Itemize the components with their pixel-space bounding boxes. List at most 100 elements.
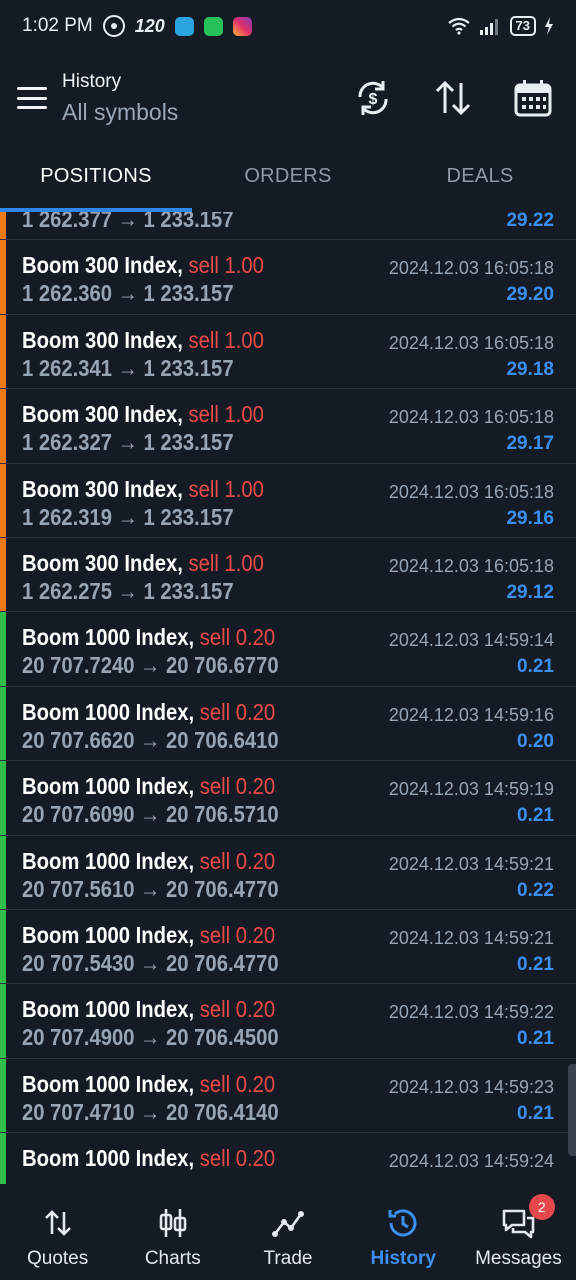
scrollbar-thumb[interactable] bbox=[568, 1064, 576, 1156]
position-row[interactable]: Boom 1000 Index, sell 0.20 2024.12.03 14:… bbox=[0, 1133, 576, 1184]
profit-value: 0.21 bbox=[517, 805, 554, 827]
price-range: 20 707.6090 → 20 706.5710 bbox=[22, 801, 279, 828]
price-range: 1 262.319 → 1 233.157 bbox=[22, 503, 234, 530]
symbol-name: Boom 1000 Index, bbox=[22, 996, 195, 1023]
symbol-color-strip bbox=[0, 1133, 6, 1184]
symbol-color-strip bbox=[0, 686, 6, 761]
symbol-color-strip bbox=[0, 612, 6, 686]
profit-value: 29.18 bbox=[506, 358, 554, 380]
tab-bar: POSITIONS ORDERS DEALS bbox=[0, 144, 576, 210]
price-range: 20 707.4710 → 20 706.4140 bbox=[22, 1098, 279, 1125]
symbol-name: Boom 300 Index, bbox=[22, 326, 183, 353]
position-row[interactable]: Boom 1000 Index, sell 0.20 20 707.5430 → … bbox=[0, 909, 576, 985]
close-time: 2024.12.03 14:59:19 bbox=[388, 779, 554, 800]
symbol-color-strip bbox=[0, 909, 6, 984]
app-header: History All symbols $ bbox=[0, 52, 576, 144]
nav-label: Quotes bbox=[26, 1248, 89, 1269]
trade-side-volume: sell 0.20 bbox=[199, 773, 276, 800]
price-range: 1 262.360 → 1 233.157 bbox=[22, 280, 234, 307]
symbol-name: Boom 1000 Index, bbox=[22, 1070, 195, 1097]
position-row[interactable]: Boom 1000 Index, sell 0.20 20 707.4710 → … bbox=[0, 1058, 576, 1134]
symbol-name: Boom 300 Index, bbox=[22, 401, 183, 428]
profit-value: 29.22 bbox=[506, 212, 554, 231]
trade-side-volume: sell 1.00 bbox=[188, 252, 264, 279]
symbol-color-strip bbox=[0, 240, 6, 314]
nav-messages[interactable]: Messages 2 bbox=[461, 1184, 576, 1280]
calendar-icon[interactable] bbox=[512, 77, 554, 119]
symbol-name: Boom 1000 Index, bbox=[22, 1145, 195, 1172]
price-range: 1 262.275 → 1 233.157 bbox=[22, 577, 234, 604]
trade-side-volume: sell 0.20 bbox=[199, 847, 276, 874]
nav-label: Trade bbox=[263, 1248, 313, 1269]
nav-trade[interactable]: Trade bbox=[230, 1184, 345, 1280]
position-row[interactable]: Boom 300 Index, sell 1.00 1 262.327 → 1 2… bbox=[0, 389, 576, 464]
price-range: 1 262.327 → 1 233.157 bbox=[22, 429, 234, 456]
unread-badge: 2 bbox=[528, 1194, 555, 1220]
position-title: Boom 1000 Index, sell 0.20 bbox=[22, 624, 275, 651]
menu-icon[interactable] bbox=[17, 87, 47, 109]
price-range: 20 707.5610 → 20 706.4770 bbox=[22, 875, 279, 902]
symbol-name: Boom 1000 Index, bbox=[22, 773, 195, 800]
symbol-name: Boom 1000 Index, bbox=[22, 921, 195, 948]
trade-side-volume: sell 1.00 bbox=[188, 401, 264, 428]
close-time: 2024.12.03 14:59:21 bbox=[388, 853, 554, 874]
symbol-color-strip bbox=[0, 984, 6, 1058]
fan-icon bbox=[102, 15, 125, 37]
title-block: History All symbols bbox=[62, 71, 178, 126]
position-title: Boom 300 Index, sell 1.00 bbox=[22, 476, 264, 503]
position-row[interactable]: Boom 1000 Index, sell 0.20 20 707.6090 → … bbox=[0, 761, 576, 836]
currency-sync-icon[interactable]: $ bbox=[352, 77, 394, 119]
close-time: 2024.12.03 16:05:18 bbox=[388, 407, 554, 428]
whatsapp-icon bbox=[203, 16, 223, 36]
close-time: 2024.12.03 14:59:14 bbox=[388, 630, 554, 651]
refresh-rate: 120 bbox=[134, 15, 165, 36]
tab-positions[interactable]: POSITIONS bbox=[0, 144, 192, 210]
nav-label: Messages bbox=[475, 1248, 562, 1269]
position-row[interactable]: Boom 300 Index, sell 1.00 1 262.319 → 1 2… bbox=[0, 463, 576, 538]
tab-deals[interactable]: DEALS bbox=[384, 144, 576, 210]
symbol-filter[interactable]: All symbols bbox=[62, 99, 178, 126]
symbol-color-strip bbox=[0, 389, 6, 463]
position-title: Boom 1000 Index, sell 0.20 bbox=[22, 1145, 275, 1172]
trade-side-volume: sell 0.20 bbox=[199, 996, 276, 1023]
profit-value: 0.20 bbox=[517, 730, 554, 752]
position-title: Boom 300 Index, sell 1.00 bbox=[22, 252, 264, 279]
trade-side-volume: sell 0.20 bbox=[199, 698, 276, 725]
position-title: Boom 1000 Index, sell 0.20 bbox=[22, 922, 275, 949]
signal-icon bbox=[479, 19, 498, 35]
position-row[interactable]: Boom 1000 Index, sell 0.20 20 707.7240 → … bbox=[0, 612, 576, 687]
position-title: Boom 300 Index, sell 1.00 bbox=[22, 550, 264, 577]
symbol-color-strip bbox=[0, 463, 6, 537]
sort-icon[interactable] bbox=[432, 77, 474, 119]
charging-icon bbox=[545, 17, 553, 35]
history-icon bbox=[388, 1209, 417, 1237]
trade-side-volume: sell 0.20 bbox=[199, 1070, 276, 1097]
profit-value: 0.22 bbox=[517, 879, 554, 901]
position-title: Boom 300 Index, sell 1.00 bbox=[22, 327, 264, 354]
symbol-color-strip bbox=[0, 212, 6, 240]
nav-label: Charts bbox=[144, 1248, 201, 1269]
position-row[interactable]: Boom 1000 Index, sell 0.20 20 707.4900 → … bbox=[0, 984, 576, 1059]
position-row[interactable]: Boom 300 Index, sell 1.001 262.377 → 1 2… bbox=[0, 212, 576, 241]
position-row[interactable]: Boom 300 Index, sell 1.00 1 262.275 → 1 2… bbox=[0, 537, 576, 613]
close-time: 2024.12.03 14:59:24 bbox=[388, 1151, 554, 1172]
trade-side-volume: sell 0.20 bbox=[199, 624, 276, 651]
position-row[interactable]: Boom 1000 Index, sell 0.20 20 707.5610 → … bbox=[0, 835, 576, 910]
position-row[interactable]: Boom 1000 Index, sell 0.20 20 707.6620 → … bbox=[0, 686, 576, 762]
position-row[interactable]: Boom 300 Index, sell 1.00 1 262.341 → 1 2… bbox=[0, 314, 576, 390]
tab-orders[interactable]: ORDERS bbox=[192, 144, 384, 210]
nav-charts[interactable]: Charts bbox=[115, 1184, 230, 1280]
position-title: Boom 1000 Index, sell 0.20 bbox=[22, 773, 275, 800]
position-row[interactable]: Boom 300 Index, sell 1.00 1 262.360 → 1 2… bbox=[0, 240, 576, 315]
telegram-icon bbox=[174, 16, 194, 36]
close-time: 2024.12.03 14:59:16 bbox=[388, 704, 554, 725]
profit-value: 0.21 bbox=[517, 656, 554, 678]
profit-value: 29.17 bbox=[506, 433, 554, 455]
position-title: Boom 1000 Index, sell 0.20 bbox=[22, 996, 275, 1023]
quotes-icon bbox=[44, 1210, 71, 1236]
nav-history[interactable]: History bbox=[346, 1184, 461, 1280]
positions-list[interactable]: Boom 300 Index, sell 1.00 1 262.377 → 1 2… bbox=[0, 212, 576, 1184]
close-time: 2024.12.03 14:59:22 bbox=[388, 1002, 554, 1023]
close-time: 2024.12.03 16:05:18 bbox=[388, 258, 554, 279]
nav-quotes[interactable]: Quotes bbox=[0, 1184, 115, 1280]
